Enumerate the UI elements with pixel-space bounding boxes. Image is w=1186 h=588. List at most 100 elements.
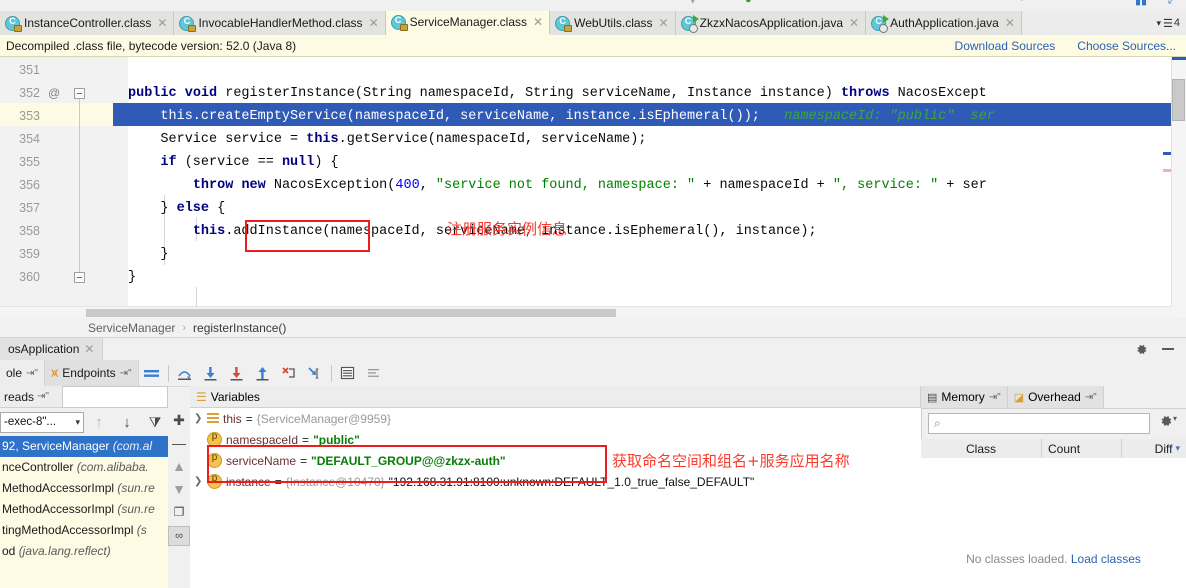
scrollbar-thumb-horizontal[interactable] xyxy=(86,309,616,317)
frame-row[interactable]: nceController (com.alibaba. xyxy=(0,457,168,478)
variable-row-this[interactable]: ❯ this = {ServiceManager@9959} xyxy=(190,408,921,429)
variables-list[interactable]: ❯ this = {ServiceManager@9959} namespace… xyxy=(190,408,922,588)
endpoints-button[interactable]: ⩙ Endpoints ⇥" xyxy=(44,360,139,386)
memory-column-class[interactable]: Class xyxy=(921,442,1041,456)
gear-icon[interactable] xyxy=(1135,343,1148,356)
choose-sources-link[interactable]: Choose Sources... xyxy=(1077,39,1176,53)
tab-overflow-button[interactable]: ▾ ☰ 4 xyxy=(1156,17,1180,30)
force-step-into-icon[interactable] xyxy=(224,361,250,385)
remove-watch-icon[interactable]: — xyxy=(169,434,189,452)
code-annotation-text: 注册服务实例信息 xyxy=(447,220,568,238)
scrollbar-error-marker[interactable] xyxy=(1163,152,1171,155)
editor-tab-label: AuthApplication.java xyxy=(890,16,999,30)
chevron-right-icon[interactable]: ❯ xyxy=(194,413,203,424)
inspect-icon[interactable]: ∞ xyxy=(168,526,190,546)
debug-tabbar-filler xyxy=(103,338,1186,360)
frame-row[interactable]: od (java.lang.reflect) xyxy=(0,541,168,562)
close-icon[interactable]: ✕ xyxy=(369,16,379,30)
variables-side-toolbar[interactable]: ✚ — ▲ ▼ ❐ ∞ xyxy=(168,408,191,588)
frame-row-detail: (sun.re xyxy=(117,481,155,495)
memory-tab[interactable]: ▤ Memory ⇥" xyxy=(921,386,1008,408)
minimize-icon[interactable] xyxy=(1162,348,1174,350)
class-file-icon xyxy=(5,15,22,32)
memory-column-count[interactable]: Count xyxy=(1041,439,1121,458)
copy-icon[interactable]: ❐ xyxy=(169,503,189,521)
code-line-354: Service service = this.getService(namesp… xyxy=(128,132,647,147)
line-number: 360 xyxy=(19,270,40,284)
console-button[interactable]: ole ⇥" xyxy=(0,360,45,386)
debug-window-tabbar[interactable]: osApplication ✕ xyxy=(0,338,1186,361)
fold-toggle-icon[interactable] xyxy=(74,272,85,283)
frames-list[interactable]: 92, ServiceManager (com.al nceController… xyxy=(0,436,169,588)
frames-filter-icon[interactable]: ⧩ xyxy=(142,410,168,434)
editor-vertical-scrollbar[interactable] xyxy=(1171,57,1186,318)
step-out-icon[interactable] xyxy=(250,361,276,385)
editor-tab-5[interactable]: AuthApplication.java ✕ xyxy=(866,11,1022,35)
editor-tab-4[interactable]: ZkzxNacosApplication.java ✕ xyxy=(675,11,867,35)
debug-session-tab[interactable]: osApplication ✕ xyxy=(0,338,104,360)
close-icon[interactable]: ✕ xyxy=(533,15,543,29)
editor-tabbar[interactable]: InstanceController.class ✕ InvocableHand… xyxy=(0,11,1186,36)
download-sources-link[interactable]: Download Sources xyxy=(955,39,1056,53)
close-icon[interactable]: ✕ xyxy=(1005,16,1015,30)
step-over-icon[interactable] xyxy=(172,361,198,385)
close-icon[interactable]: ✕ xyxy=(84,342,94,356)
memory-settings-gear-icon[interactable]: ▾ xyxy=(1159,414,1177,431)
move-up-icon[interactable]: ▲ xyxy=(169,457,189,475)
drop-frame-icon[interactable] xyxy=(276,361,302,385)
editor-tab-label: InstanceController.class xyxy=(24,16,152,30)
move-down-icon[interactable]: ▼ xyxy=(169,480,189,498)
frame-row[interactable]: MethodAccessorImpl (sun.re xyxy=(0,499,168,520)
thread-selector[interactable]: -exec-8"... ▾ xyxy=(0,411,84,433)
memory-search-input[interactable]: ⌕ xyxy=(928,413,1150,434)
frames-toolbar[interactable]: -exec-8"... ▾ ↑ ↓ ⧩ xyxy=(0,408,169,436)
scrollbar-warning-marker[interactable] xyxy=(1163,169,1171,172)
memory-column-headers[interactable]: Class Count Diff ▾ xyxy=(921,439,1186,459)
overhead-tab[interactable]: ◪ Overhead ⇥" xyxy=(1007,386,1104,408)
close-icon[interactable]: ✕ xyxy=(849,16,859,30)
evaluate-expression-icon[interactable] xyxy=(335,361,361,385)
editor-horizontal-scrollbar[interactable] xyxy=(0,306,1172,318)
decompiled-notice-bar: Decompiled .class file, bytecode version… xyxy=(0,35,1186,57)
annotation-gutter-marker[interactable]: @ xyxy=(48,86,60,100)
step-into-icon[interactable] xyxy=(198,361,224,385)
breadcrumb-class[interactable]: ServiceManager xyxy=(88,321,175,335)
add-watch-icon[interactable]: ✚ xyxy=(169,411,189,429)
frame-row[interactable]: 92, ServiceManager (com.al xyxy=(0,436,168,457)
frames-down-icon[interactable]: ↓ xyxy=(114,410,140,434)
code-editor[interactable]: 351 352 @ public void registerInstance(S… xyxy=(0,57,1186,318)
editor-tab-2[interactable]: ServiceManager.class ✕ xyxy=(385,11,551,35)
editor-tab-1[interactable]: InvocableHandlerMethod.class ✕ xyxy=(174,11,386,35)
mute-breakpoints-icon[interactable] xyxy=(361,361,387,385)
code-text[interactable]: 351 352 @ public void registerInstance(S… xyxy=(0,57,1186,318)
memory-panel-tabbar[interactable]: ▤ Memory ⇥" ◪ Overhead ⇥" xyxy=(921,386,1186,409)
breadcrumb[interactable]: ServiceManager › registerInstance() xyxy=(0,318,1186,338)
load-classes-link[interactable]: Load classes xyxy=(1071,552,1141,566)
frame-row-detail: (s xyxy=(136,523,147,537)
close-icon[interactable]: ✕ xyxy=(157,16,167,30)
editor-tab-3[interactable]: WebUtils.class ✕ xyxy=(550,11,676,35)
frame-row[interactable]: tingMethodAccessorImpl (s xyxy=(0,520,168,541)
fold-toggle-icon[interactable] xyxy=(74,88,85,99)
chevron-right-icon[interactable]: ❯ xyxy=(194,476,203,487)
variables-highlight-box xyxy=(207,445,607,483)
memory-table-body[interactable] xyxy=(921,458,1186,588)
frames-header-field[interactable] xyxy=(62,386,168,408)
overhead-tab-label: Overhead xyxy=(1028,390,1081,404)
code-line-357: } else { xyxy=(128,201,226,216)
variables-panel-header[interactable]: ☰ Variables xyxy=(190,386,921,408)
editor-tab-label: ServiceManager.class xyxy=(409,15,528,29)
variables-panel-title: Variables xyxy=(210,389,260,404)
memory-empty-state: No classes loaded. Load classes xyxy=(921,552,1186,566)
memory-search-field[interactable] xyxy=(943,415,1138,432)
tabbar-filler: ▾ ☰ 4 xyxy=(1021,11,1186,35)
show-execution-point-icon[interactable] xyxy=(139,361,165,385)
scrollbar-thumb[interactable] xyxy=(1172,79,1185,121)
frame-row[interactable]: MethodAccessorImpl (sun.re xyxy=(0,478,168,499)
editor-tab-0[interactable]: InstanceController.class ✕ xyxy=(0,11,175,35)
debugger-toolbar[interactable]: ole ⇥" ⩙ Endpoints ⇥" xyxy=(0,360,1186,387)
run-to-cursor-icon[interactable] xyxy=(302,361,328,385)
frames-up-icon[interactable]: ↑ xyxy=(86,410,112,434)
breadcrumb-method[interactable]: registerInstance() xyxy=(193,321,286,335)
close-icon[interactable]: ✕ xyxy=(659,16,669,30)
